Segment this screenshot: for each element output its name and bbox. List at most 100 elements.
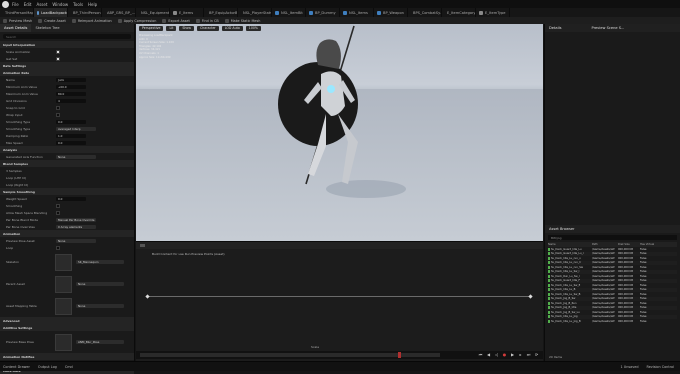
details-section-header[interactable]: Animation Notifies bbox=[0, 353, 134, 360]
toolbar-button[interactable]: Find in CB bbox=[195, 18, 219, 23]
details-section-header[interactable]: Animation bbox=[0, 230, 134, 237]
document-tab[interactable]: NSL_Items bbox=[340, 8, 374, 17]
menu-item-file[interactable]: File bbox=[12, 2, 19, 7]
toolbar-button[interactable]: Make Static Mesh bbox=[224, 18, 260, 23]
document-tab[interactable]: BP_Weapon bbox=[374, 8, 408, 17]
details-section-header[interactable]: Blend Samples bbox=[0, 160, 134, 167]
viewport-option-button[interactable]: Perspective bbox=[139, 25, 164, 31]
document-tab[interactable]: ThirdPersonMap bbox=[0, 8, 34, 17]
property-dropdown[interactable]: 0 Array elements bbox=[56, 224, 96, 229]
sample-key-start[interactable] bbox=[145, 294, 150, 299]
last-frame-icon[interactable]: ⏭ bbox=[526, 352, 531, 357]
property-checkbox[interactable] bbox=[56, 49, 60, 54]
viewport-option-button[interactable]: Lit bbox=[166, 25, 177, 31]
property-value-field[interactable]: Jumi bbox=[56, 77, 86, 82]
asset-thumbnail[interactable] bbox=[55, 253, 72, 271]
property-checkbox[interactable] bbox=[56, 56, 60, 61]
document-tab[interactable]: E_ItemCategory bbox=[442, 8, 476, 17]
property-dropdown[interactable]: Averaged Interp bbox=[56, 126, 96, 131]
asset-picker[interactable]: SK_Mannequin bbox=[76, 260, 124, 264]
details-section-header[interactable]: Animation Rate bbox=[0, 69, 134, 76]
sample-track[interactable] bbox=[145, 294, 533, 299]
asset-thumbnail[interactable] bbox=[55, 297, 72, 315]
asset-picker[interactable]: None bbox=[76, 304, 124, 308]
scrub-playhead[interactable] bbox=[398, 352, 401, 358]
output-log-button[interactable]: Output Log bbox=[38, 365, 57, 369]
content-drawer-button[interactable]: Content Drawer bbox=[3, 365, 30, 369]
column-header[interactable]: Has Virtual bbox=[640, 243, 670, 246]
asset-row[interactable]: SL_Deck_Idle_Lu_Jog_B/Game/Assets/LW 000,… bbox=[548, 319, 677, 324]
scrub-bar[interactable]: ⏮ ◀ ◁ ● ▶ ▸ ⏭ ⟳ bbox=[136, 351, 543, 359]
toolbar-button[interactable]: Create Asset bbox=[38, 18, 66, 23]
viewport-option-button[interactable]: LOD Auto bbox=[221, 25, 243, 31]
menu-item-asset[interactable]: Asset bbox=[36, 2, 47, 7]
cmd-input[interactable]: Cmd bbox=[65, 365, 73, 369]
tab-details[interactable]: Details bbox=[549, 26, 561, 30]
property-value-field[interactable]: 0.0 bbox=[56, 140, 86, 145]
menu-item-tools[interactable]: Tools bbox=[73, 2, 83, 7]
prev-frame-icon[interactable]: ◀ bbox=[486, 352, 491, 357]
menu-item-edit[interactable]: Edit bbox=[24, 2, 32, 7]
document-tab[interactable]: ABP_GRS_BP_... bbox=[102, 8, 136, 17]
property-value-field[interactable]: 1.0 bbox=[56, 133, 86, 138]
column-header[interactable]: Path bbox=[592, 243, 618, 246]
play-icon[interactable]: ▶ bbox=[510, 352, 515, 357]
toolbar-button[interactable]: Preview Mesh bbox=[3, 18, 32, 23]
toolbar-button[interactable]: Reimport Animation bbox=[71, 18, 112, 23]
property-dropdown[interactable]: None bbox=[56, 238, 96, 243]
unsaved-indicator[interactable]: 1 Unsaved bbox=[621, 365, 639, 369]
first-frame-icon[interactable]: ⏮ bbox=[478, 352, 483, 357]
property-checkbox[interactable] bbox=[56, 105, 60, 110]
document-tab[interactable]: NSL_Equipment bbox=[136, 8, 170, 17]
asset-search-input[interactable]: BW/jog bbox=[548, 235, 677, 240]
viewport-option-button[interactable]: Character bbox=[197, 25, 219, 31]
viewport-option-button[interactable]: 100% bbox=[245, 25, 261, 31]
details-section-header[interactable]: Input Interpolation bbox=[0, 41, 134, 48]
document-tab[interactable]: E_ItemType bbox=[476, 8, 510, 17]
property-dropdown[interactable]: None bbox=[56, 154, 96, 159]
sample-key-end[interactable] bbox=[528, 294, 533, 299]
details-search-input[interactable]: Search bbox=[3, 34, 131, 39]
details-section-header[interactable]: Sample Smoothing bbox=[0, 188, 134, 195]
property-checkbox[interactable] bbox=[56, 210, 60, 215]
toolbar-button[interactable]: Apply Compression bbox=[117, 18, 156, 23]
document-tab[interactable]: NSL_PlayerStats bbox=[238, 8, 272, 17]
details-section-header[interactable]: Analysis bbox=[0, 146, 134, 153]
details-section-header[interactable]: Additive Settings bbox=[0, 324, 134, 331]
asset-thumbnail[interactable] bbox=[55, 275, 72, 293]
document-tab[interactable]: NSL_ItemBit bbox=[272, 8, 306, 17]
asset-picker[interactable]: ANM_Blur_Pose bbox=[76, 340, 124, 344]
details-section-header[interactable]: Rate Settings bbox=[0, 62, 134, 69]
column-header[interactable]: Name bbox=[548, 243, 592, 246]
record-icon[interactable]: ● bbox=[502, 352, 507, 357]
asset-thumbnail[interactable] bbox=[55, 333, 72, 351]
property-value-field[interactable]: +00.0 bbox=[56, 84, 86, 89]
loop-icon[interactable]: ⟳ bbox=[534, 352, 539, 357]
menu-item-window[interactable]: Window bbox=[52, 2, 68, 7]
document-tab[interactable]: E_Items bbox=[170, 8, 204, 17]
preview-viewport[interactable]: Perspective Lit Show Character LOD Auto 100% … bbox=[136, 24, 543, 241]
property-value-field[interactable]: 80.0 bbox=[56, 91, 86, 96]
property-value-field[interactable]: 4 bbox=[56, 98, 86, 103]
details-section-header[interactable]: Advanced bbox=[0, 317, 134, 324]
reverse-icon[interactable]: ◁ bbox=[494, 352, 499, 357]
property-checkbox[interactable] bbox=[56, 112, 60, 117]
document-tab[interactable]: BP_Dummy bbox=[306, 8, 340, 17]
tab-asset-details[interactable]: Asset Details bbox=[0, 24, 32, 32]
document-tab[interactable]: LoadBackpack bbox=[34, 8, 68, 17]
tab-preview-scene-settings[interactable]: Preview Scene S... bbox=[591, 26, 624, 30]
column-header[interactable]: Disk Size bbox=[618, 243, 640, 246]
scrub-track[interactable] bbox=[140, 353, 440, 357]
property-checkbox[interactable] bbox=[56, 245, 60, 250]
asset-picker[interactable]: None bbox=[76, 282, 124, 286]
document-tab[interactable]: BP_ThirdPerson... bbox=[68, 8, 102, 17]
property-value-field[interactable]: 0.0 bbox=[56, 196, 86, 201]
next-frame-icon[interactable]: ▸ bbox=[518, 352, 523, 357]
revision-control-button[interactable]: Revision Control bbox=[646, 365, 674, 369]
property-checkbox[interactable] bbox=[56, 203, 60, 208]
viewport-option-button[interactable]: Show bbox=[179, 25, 194, 31]
document-tab[interactable]: BPS_CombatSy... bbox=[408, 8, 442, 17]
menu-item-help[interactable]: Help bbox=[88, 2, 97, 7]
asset-browser-title[interactable]: Asset Browser bbox=[549, 227, 575, 231]
toolbar-button[interactable]: Export Asset bbox=[162, 18, 190, 23]
